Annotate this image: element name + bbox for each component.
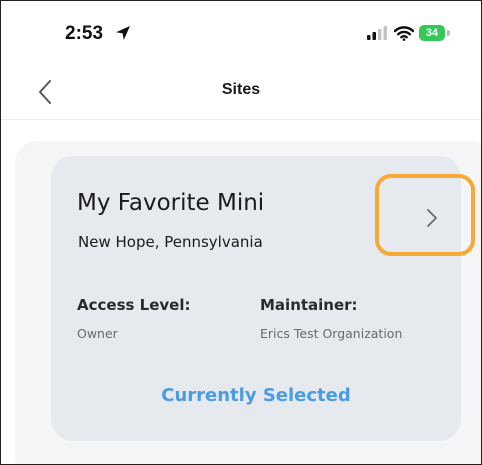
access-level-label: Access Level: (77, 296, 191, 314)
site-name: My Favorite Mini (77, 190, 265, 216)
wifi-icon (394, 26, 414, 41)
highlight-annotation (375, 174, 475, 256)
access-level-value: Owner (77, 326, 118, 341)
signal-icon (367, 26, 387, 40)
status-time: 2:53 (65, 23, 104, 44)
currently-selected-status: Currently Selected (161, 385, 351, 406)
nav-divider (1, 119, 481, 120)
page-title: Sites (221, 81, 261, 98)
status-bar: 2:53 34 (1, 1, 481, 61)
app-screen: 2:53 34 Sites My Favorite Mini New Hope,… (0, 0, 482, 465)
maintainer-value: Erics Test Organization (260, 326, 403, 341)
maintainer-label: Maintainer: (260, 296, 358, 314)
site-location: New Hope, Pennsylvania (78, 233, 263, 251)
battery-icon: 34 (419, 25, 445, 41)
location-arrow-icon (116, 26, 130, 40)
battery-tip (447, 30, 450, 36)
